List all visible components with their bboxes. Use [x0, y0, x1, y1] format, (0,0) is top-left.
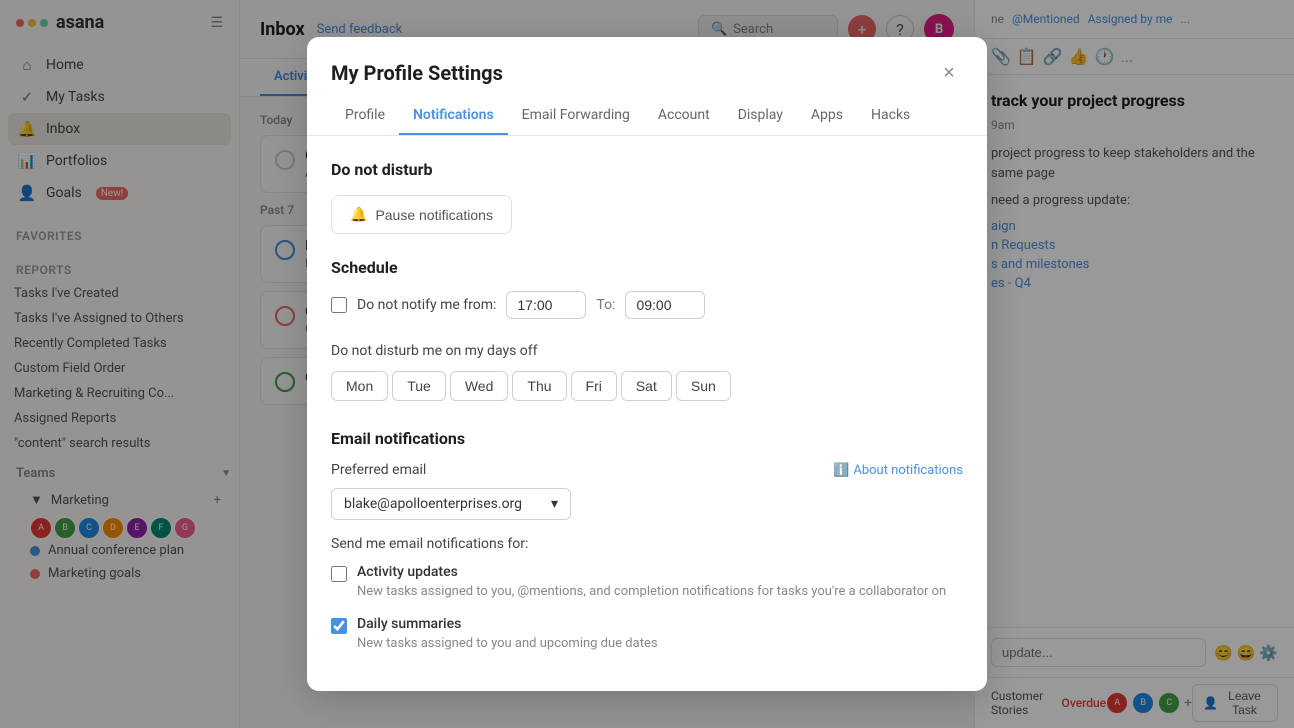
do-not-notify-label: Do not notify me from: [357, 297, 496, 313]
day-tue[interactable]: Tue [392, 371, 446, 401]
email-select-dropdown[interactable]: blake@apolloenterprises.org ▾ [331, 488, 571, 520]
do-not-disturb-title: Do not disturb [331, 160, 963, 179]
modal-overlay: My Profile Settings × Profile Notificati… [0, 0, 1294, 728]
day-sun[interactable]: Sun [676, 371, 731, 401]
email-value: blake@apolloenterprises.org [344, 496, 522, 512]
profile-settings-modal: My Profile Settings × Profile Notificati… [307, 37, 987, 690]
to-time-input[interactable] [625, 291, 705, 319]
info-icon: ℹ️ [833, 463, 849, 478]
modal-body: Do not disturb 🔔 Pause notifications Sch… [307, 136, 987, 690]
tab-display[interactable]: Display [724, 97, 797, 135]
send-notif-label: Send me email notifications for: [331, 536, 963, 552]
daily-summaries-checkbox[interactable] [331, 618, 347, 634]
about-notifications-link[interactable]: ℹ️ About notifications [833, 463, 963, 478]
modal-title: My Profile Settings [331, 61, 503, 85]
dropdown-chevron-icon: ▾ [551, 496, 558, 512]
activity-updates-option: Activity updates New tasks assigned to y… [331, 564, 963, 601]
tab-apps[interactable]: Apps [797, 97, 857, 135]
days-off-section: Do not disturb me on my days off Mon Tue… [331, 343, 963, 401]
tab-email-forwarding[interactable]: Email Forwarding [508, 97, 644, 135]
tab-hacks[interactable]: Hacks [857, 97, 924, 135]
activity-updates-desc: New tasks assigned to you, @mentions, an… [357, 583, 963, 601]
modal-close-button[interactable]: × [935, 59, 963, 87]
schedule-row: Do not notify me from: To: [331, 291, 963, 319]
daily-summaries-option: Daily summaries New tasks assigned to yo… [331, 616, 963, 653]
schedule-title: Schedule [331, 258, 963, 277]
daily-summaries-desc: New tasks assigned to you and upcoming d… [357, 635, 963, 653]
daily-summaries-title: Daily summaries [357, 616, 963, 632]
do-not-notify-checkbox[interactable] [331, 297, 347, 313]
days-off-label: Do not disturb me on my days off [331, 343, 963, 359]
activity-updates-content: Activity updates New tasks assigned to y… [357, 564, 963, 601]
day-mon[interactable]: Mon [331, 371, 388, 401]
modal-tabs: Profile Notifications Email Forwarding A… [307, 97, 987, 136]
from-time-input[interactable] [506, 291, 586, 319]
close-icon: × [943, 62, 955, 85]
day-fri[interactable]: Fri [571, 371, 617, 401]
tab-notifications[interactable]: Notifications [399, 97, 508, 135]
preferred-email-label: Preferred email [331, 462, 426, 478]
preferred-email-row: Preferred email ℹ️ About notifications [331, 462, 963, 478]
bell-pause-icon: 🔔 [350, 206, 367, 223]
email-notifications-section: Email notifications Preferred email ℹ️ A… [331, 429, 963, 652]
daily-summaries-content: Daily summaries New tasks assigned to yo… [357, 616, 963, 653]
modal-header: My Profile Settings × [307, 37, 987, 97]
pause-notifications-label: Pause notifications [375, 207, 493, 223]
day-thu[interactable]: Thu [512, 371, 566, 401]
email-notifications-title: Email notifications [331, 429, 963, 448]
day-sat[interactable]: Sat [621, 371, 672, 401]
to-label: To: [596, 297, 615, 313]
day-wed[interactable]: Wed [450, 371, 509, 401]
schedule-section: Schedule Do not notify me from: To: [331, 258, 963, 319]
activity-updates-title: Activity updates [357, 564, 963, 580]
tab-account[interactable]: Account [644, 97, 724, 135]
days-row: Mon Tue Wed Thu Fri Sat [331, 371, 963, 401]
pause-notifications-button[interactable]: 🔔 Pause notifications [331, 195, 512, 234]
activity-updates-checkbox[interactable] [331, 566, 347, 582]
tab-profile[interactable]: Profile [331, 97, 399, 135]
